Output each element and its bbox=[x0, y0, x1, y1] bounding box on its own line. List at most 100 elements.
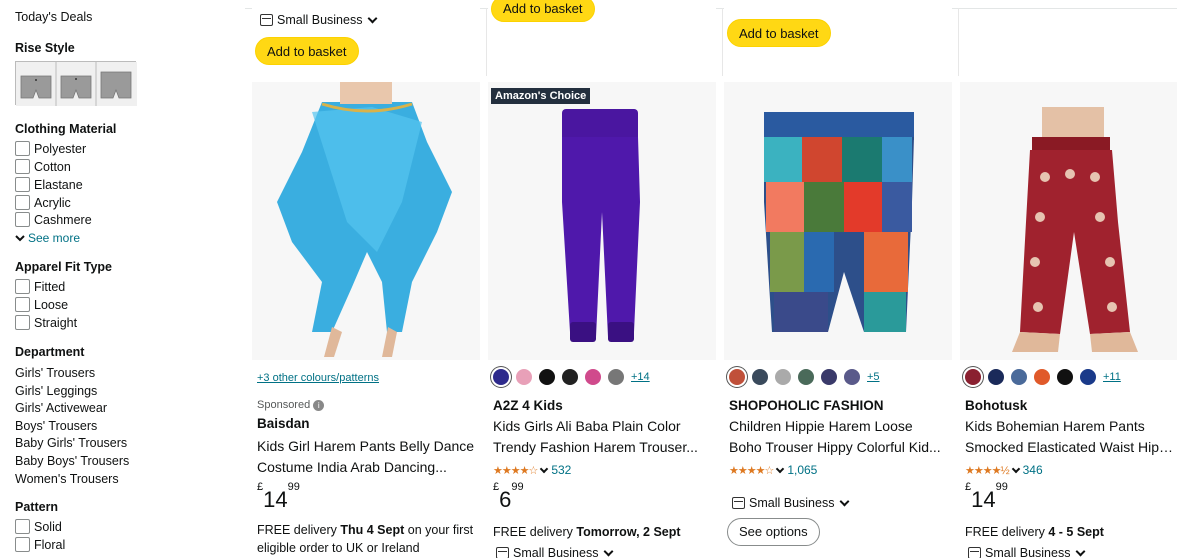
colour-swatches: +14 bbox=[493, 369, 650, 385]
checkbox[interactable] bbox=[15, 315, 30, 330]
product-card: Amazon's Choice +14 A2Z 4 Kids Kids Girl… bbox=[488, 82, 716, 558]
more-colours-link[interactable]: +14 bbox=[631, 371, 650, 383]
add-to-basket-button[interactable]: Add to basket bbox=[727, 19, 831, 47]
colour-swatch[interactable] bbox=[798, 369, 814, 385]
colour-swatch[interactable] bbox=[585, 369, 601, 385]
checkbox[interactable] bbox=[15, 519, 30, 534]
checkbox[interactable] bbox=[15, 212, 30, 227]
product-image[interactable] bbox=[960, 82, 1177, 360]
chevron-down-icon bbox=[1011, 464, 1020, 473]
colour-swatch[interactable] bbox=[844, 369, 860, 385]
product-title[interactable]: Kids Girl Harem Pants Belly Dance Costum… bbox=[257, 436, 479, 478]
colour-swatch[interactable] bbox=[608, 369, 624, 385]
material-cashmere[interactable]: Cashmere bbox=[15, 212, 92, 227]
product-image[interactable] bbox=[724, 82, 952, 360]
checkbox[interactable] bbox=[15, 177, 30, 192]
product-image[interactable] bbox=[252, 82, 480, 360]
colour-swatch[interactable] bbox=[965, 369, 981, 385]
chevron-down-icon bbox=[15, 235, 25, 242]
small-business-badge[interactable]: Small Business bbox=[496, 546, 614, 558]
checkbox[interactable] bbox=[15, 279, 30, 294]
rise-style-heading: Rise Style bbox=[15, 41, 75, 55]
rise-style-icons[interactable] bbox=[16, 62, 137, 106]
rating[interactable]: ★★★★☆ 532 bbox=[493, 463, 571, 477]
department-link[interactable]: Baby Boys' Trousers bbox=[15, 454, 129, 468]
add-to-basket-button[interactable]: Add to basket bbox=[491, 0, 595, 22]
product-title[interactable]: Kids Bohemian Harem Pants Smocked Elasti… bbox=[965, 416, 1175, 458]
material-cotton[interactable]: Cotton bbox=[15, 159, 71, 174]
see-options-button[interactable]: See options bbox=[727, 518, 820, 546]
divider bbox=[722, 8, 723, 76]
department-link[interactable]: Girls' Trousers bbox=[15, 366, 95, 380]
colour-swatches: +11 bbox=[965, 369, 1121, 385]
rating-count[interactable]: 346 bbox=[1023, 463, 1043, 477]
colour-swatch[interactable] bbox=[1011, 369, 1027, 385]
product-brand: Bohotusk bbox=[965, 398, 1028, 413]
department-link[interactable]: Women's Trousers bbox=[15, 472, 119, 486]
delivery-info: FREE delivery Tomorrow, 2 Sept bbox=[493, 525, 681, 539]
chevron-down-icon bbox=[840, 496, 850, 506]
checkbox[interactable] bbox=[15, 159, 30, 174]
rating[interactable]: ★★★★☆ 1,065 bbox=[729, 463, 817, 477]
fit-fitted[interactable]: Fitted bbox=[15, 279, 65, 294]
other-colours-link[interactable]: +3 other colours/patterns bbox=[257, 372, 379, 384]
colour-swatch[interactable] bbox=[539, 369, 555, 385]
info-icon[interactable]: i bbox=[313, 399, 325, 411]
department-link[interactable]: Girls' Activewear bbox=[15, 401, 107, 415]
checkbox[interactable] bbox=[15, 537, 30, 552]
product-price: £1499 bbox=[965, 480, 1008, 512]
more-colours-link[interactable]: +11 bbox=[1103, 371, 1121, 383]
sponsored-label[interactable]: Sponsored i bbox=[257, 399, 325, 411]
colour-swatch[interactable] bbox=[775, 369, 791, 385]
chevron-down-icon bbox=[604, 546, 614, 556]
see-more-materials-link[interactable]: See more bbox=[15, 231, 80, 245]
rating-count[interactable]: 532 bbox=[551, 463, 571, 477]
department-link[interactable]: Baby Girls' Trousers bbox=[15, 436, 127, 450]
material-acrylic[interactable]: Acrylic bbox=[15, 195, 71, 210]
small-business-badge[interactable]: Small Business bbox=[260, 13, 378, 27]
chevron-down-icon bbox=[1076, 546, 1086, 556]
product-card-top-3: Add to basket bbox=[724, 0, 952, 76]
star-rating-icon: ★★★★☆ bbox=[729, 464, 774, 477]
colour-swatch[interactable] bbox=[988, 369, 1004, 385]
checkbox[interactable] bbox=[15, 141, 30, 156]
checkbox[interactable] bbox=[15, 297, 30, 312]
product-brand: A2Z 4 Kids bbox=[493, 398, 563, 413]
colour-swatch[interactable] bbox=[821, 369, 837, 385]
more-colours-link[interactable]: +5 bbox=[867, 371, 880, 383]
product-photo-elephant-pants-red bbox=[960, 82, 1177, 360]
product-card: +3 other colours/patterns Sponsored i Bai… bbox=[252, 82, 480, 558]
department-link[interactable]: Boys' Trousers bbox=[15, 419, 97, 433]
fit-loose[interactable]: Loose bbox=[15, 297, 68, 312]
pattern-floral[interactable]: Floral bbox=[15, 537, 65, 552]
product-title[interactable]: Children Hippie Harem Loose Boho Trouser… bbox=[729, 416, 951, 458]
colour-swatch[interactable] bbox=[562, 369, 578, 385]
fit-straight[interactable]: Straight bbox=[15, 315, 77, 330]
colour-swatch[interactable] bbox=[1080, 369, 1096, 385]
pattern-solid[interactable]: Solid bbox=[15, 519, 62, 534]
small-business-badge[interactable]: Small Business bbox=[732, 496, 850, 510]
small-business-badge[interactable]: Small Business bbox=[968, 546, 1086, 558]
store-icon bbox=[260, 14, 273, 26]
colour-swatch[interactable] bbox=[752, 369, 768, 385]
delivery-info: FREE delivery 4 - 5 Sept bbox=[965, 525, 1104, 539]
amazons-choice-badge: Amazon's Choice bbox=[491, 88, 591, 104]
department-link[interactable]: Girls' Leggings bbox=[15, 384, 97, 398]
checkbox[interactable] bbox=[15, 195, 30, 210]
product-card: +5 SHOPOHOLIC FASHION Children Hippie Ha… bbox=[724, 82, 952, 558]
material-elastane[interactable]: Elastane bbox=[15, 177, 83, 192]
filter-sidebar: Today's Deals Rise Style Clothing Materi… bbox=[0, 0, 245, 558]
colour-swatch[interactable] bbox=[493, 369, 509, 385]
product-title[interactable]: Kids Girls Ali Baba Plain Color Trendy F… bbox=[493, 416, 715, 458]
material-polyester[interactable]: Polyester bbox=[15, 141, 86, 156]
colour-swatch[interactable] bbox=[729, 369, 745, 385]
add-to-basket-button[interactable]: Add to basket bbox=[255, 37, 359, 65]
colour-swatch[interactable] bbox=[516, 369, 532, 385]
rating[interactable]: ★★★★½ 346 bbox=[965, 463, 1043, 477]
colour-swatch[interactable] bbox=[1057, 369, 1073, 385]
product-image[interactable] bbox=[488, 82, 716, 360]
colour-swatch[interactable] bbox=[1034, 369, 1050, 385]
todays-deals-link[interactable]: Today's Deals bbox=[15, 10, 92, 24]
clothing-material-heading: Clothing Material bbox=[15, 122, 117, 136]
rating-count[interactable]: 1,065 bbox=[787, 463, 817, 477]
